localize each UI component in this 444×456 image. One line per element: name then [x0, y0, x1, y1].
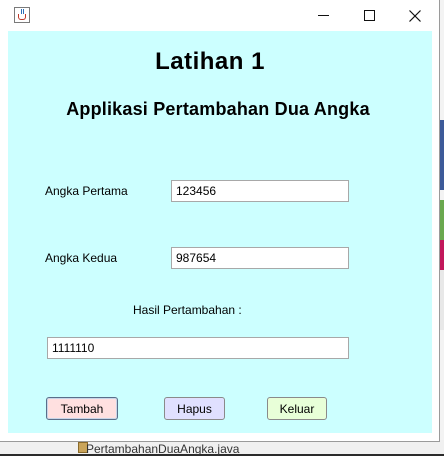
first-number-label: Angka Pertama: [45, 184, 128, 198]
maximize-button[interactable]: [346, 0, 392, 31]
second-number-input[interactable]: [171, 247, 349, 269]
title-bar[interactable]: [0, 0, 439, 31]
result-field[interactable]: [47, 337, 349, 359]
page-subtitle: Applikasi Pertambahan Dua Angka: [66, 99, 370, 119]
clear-button[interactable]: Hapus: [164, 397, 225, 420]
java-cup-icon[interactable]: [14, 7, 30, 23]
minimize-button[interactable]: [300, 0, 346, 31]
exit-button[interactable]: Keluar: [267, 397, 327, 420]
close-button[interactable]: [392, 0, 438, 31]
background-file-tree: PertambahanDuaAngka.java: [0, 440, 444, 456]
add-button[interactable]: Tambah: [46, 397, 118, 420]
app-window: Latihan 1 Applikasi Pertambahan Dua Angk…: [0, 0, 439, 441]
minimize-icon: [317, 15, 329, 16]
maximize-icon: [363, 10, 375, 21]
close-icon: [409, 9, 421, 22]
form-panel: Latihan 1 Applikasi Pertambahan Dua Angk…: [8, 31, 432, 433]
page-title: Latihan 1: [155, 48, 265, 75]
second-number-label: Angka Kedua: [45, 251, 118, 265]
first-number-input[interactable]: [171, 180, 349, 202]
result-label: Hasil Pertambahan :: [133, 303, 242, 317]
